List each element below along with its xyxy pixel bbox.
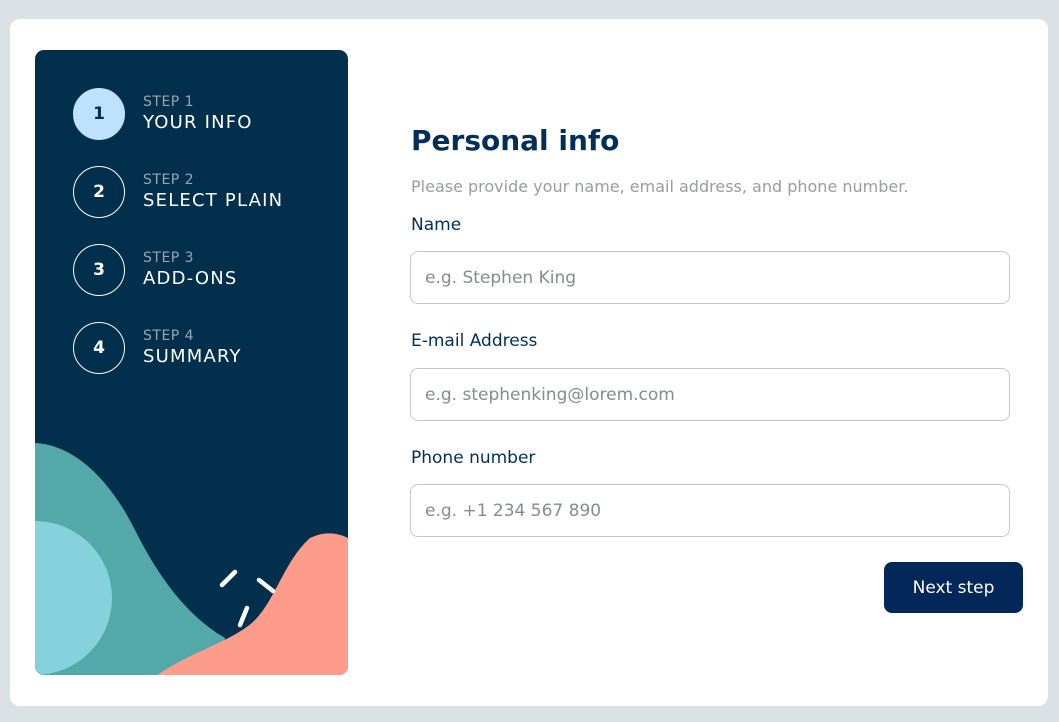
step-number-badge: 1 [73,88,125,140]
step-label: STEP 4 [143,328,195,344]
step-number-badge: 2 [73,166,125,218]
decor-dash-1 [219,569,238,588]
step-label: STEP 3 [143,250,195,266]
sidebar-step-3[interactable]: 3 STEP 3 ADD-ONS [73,244,238,296]
page-title: Personal info [411,124,620,157]
sidebar-step-2[interactable]: 2 STEP 2 SELECT PLAIN [73,166,283,218]
name-label: Name [411,215,462,235]
name-input[interactable] [410,251,1010,304]
decor-dash-3 [237,605,250,628]
email-label: E-mail Address [411,331,538,351]
step-label: STEP 2 [143,172,195,188]
sidebar-step-4[interactable]: 4 STEP 4 SUMMARY [73,322,242,374]
steps-sidebar: 1 STEP 1 YOUR INFO 2 STEP 2 SELECT PLAIN… [35,50,348,675]
page-subtitle: Please provide your name, email address,… [411,177,909,196]
step-name: YOUR INFO [143,112,253,133]
step-label: STEP 1 [143,94,195,110]
phone-label: Phone number [411,448,536,468]
step-number-badge: 3 [73,244,125,296]
sidebar-step-1[interactable]: 1 STEP 1 YOUR INFO [73,88,253,140]
step-name: ADD-ONS [143,268,238,289]
decor-dash-2 [256,577,276,594]
next-step-button[interactable]: Next step [884,562,1023,613]
step-name: SELECT PLAIN [143,190,284,211]
phone-input[interactable] [410,484,1010,537]
step-number-badge: 4 [73,322,125,374]
step-name: SUMMARY [143,346,242,367]
email-input[interactable] [410,368,1010,421]
